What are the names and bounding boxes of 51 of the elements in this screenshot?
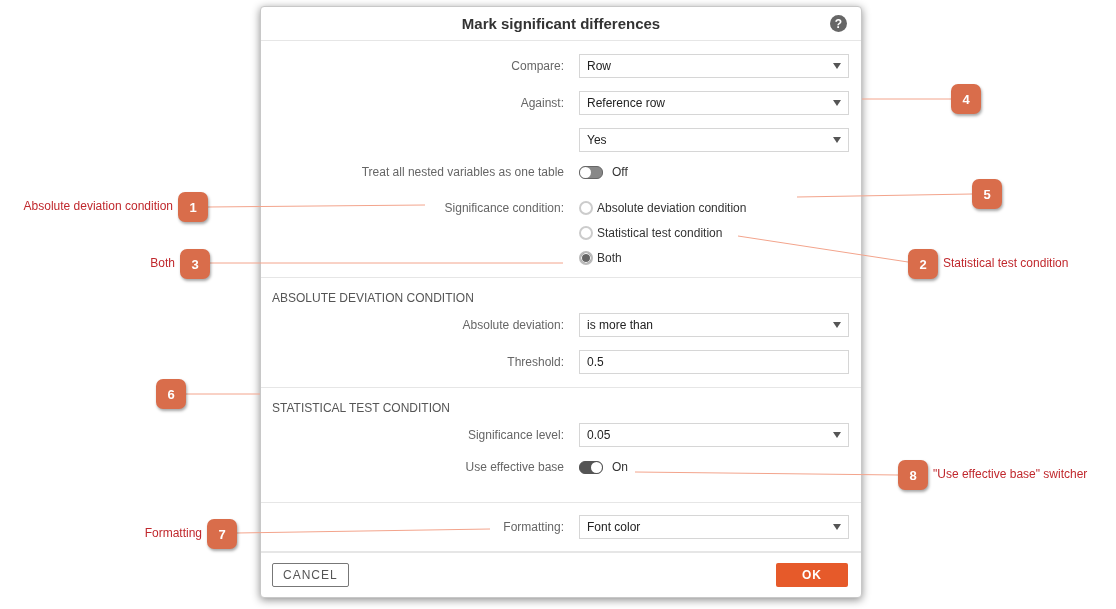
radio-label[interactable]: Both — [597, 251, 622, 265]
input-field[interactable]: 0.5 — [579, 350, 849, 374]
field-label: Against: — [520, 96, 564, 110]
caret-icon — [833, 432, 841, 438]
radio-button[interactable] — [579, 201, 593, 215]
dropdown[interactable]: is more than — [579, 313, 849, 337]
field-label: Use effective base — [465, 460, 564, 474]
dropdown[interactable]: 0.05 — [579, 423, 849, 447]
radio-button[interactable] — [579, 251, 593, 265]
dropdown[interactable]: Row — [579, 54, 849, 78]
callout-badge: 1 — [178, 192, 208, 222]
callout-label: Absolute deviation condition — [23, 199, 173, 213]
caret-icon — [833, 63, 841, 69]
radio-label[interactable]: Absolute deviation condition — [597, 201, 747, 215]
section-heading: STATISTICAL TEST CONDITION — [271, 401, 452, 415]
field-label: Compare: — [511, 59, 564, 73]
field-label: Absolute deviation: — [462, 318, 564, 332]
dropdown[interactable]: Reference row — [579, 91, 849, 115]
toggle-state: Off — [612, 165, 628, 179]
cancel-button[interactable]: CANCEL — [272, 563, 349, 587]
dropdown[interactable]: Font color — [579, 515, 849, 539]
toggle-switch[interactable] — [579, 165, 603, 179]
caret-icon — [833, 100, 841, 106]
callout-label: Formatting — [144, 526, 202, 540]
field-label: Significance level: — [467, 428, 564, 442]
field-label: Significance condition: — [444, 201, 564, 215]
caret-icon — [833, 524, 841, 530]
toggle-state: On — [612, 460, 628, 474]
section-heading: ABSOLUTE DEVIATION CONDITION — [271, 291, 475, 305]
field-label: Threshold: — [507, 355, 564, 369]
callout-label: Statistical test condition — [943, 256, 1069, 270]
field-label: Formatting: — [503, 520, 564, 534]
help-icon[interactable]: ? — [830, 15, 847, 32]
callout-label: "Use effective base" switcher — [933, 467, 1088, 481]
caret-icon — [833, 137, 841, 143]
dialog-title: Mark significant differences — [461, 15, 661, 32]
toggle-switch[interactable] — [579, 460, 603, 474]
caret-icon — [833, 322, 841, 328]
callout-badge: 2 — [908, 249, 938, 279]
callout-badge: 4 — [951, 84, 981, 114]
callout-label: Both — [150, 256, 175, 270]
callout-badge: 6 — [156, 379, 186, 409]
callout-badge: 8 — [898, 460, 928, 490]
ok-button[interactable]: OK — [776, 563, 848, 587]
dropdown[interactable]: Yes — [579, 128, 849, 152]
callout-badge: 7 — [207, 519, 237, 549]
field-label: Treat all nested variables as one table — [361, 165, 564, 179]
callout-badge: 5 — [972, 179, 1002, 209]
radio-button[interactable] — [579, 226, 593, 240]
callout-badge: 3 — [180, 249, 210, 279]
radio-label[interactable]: Statistical test condition — [597, 226, 723, 240]
